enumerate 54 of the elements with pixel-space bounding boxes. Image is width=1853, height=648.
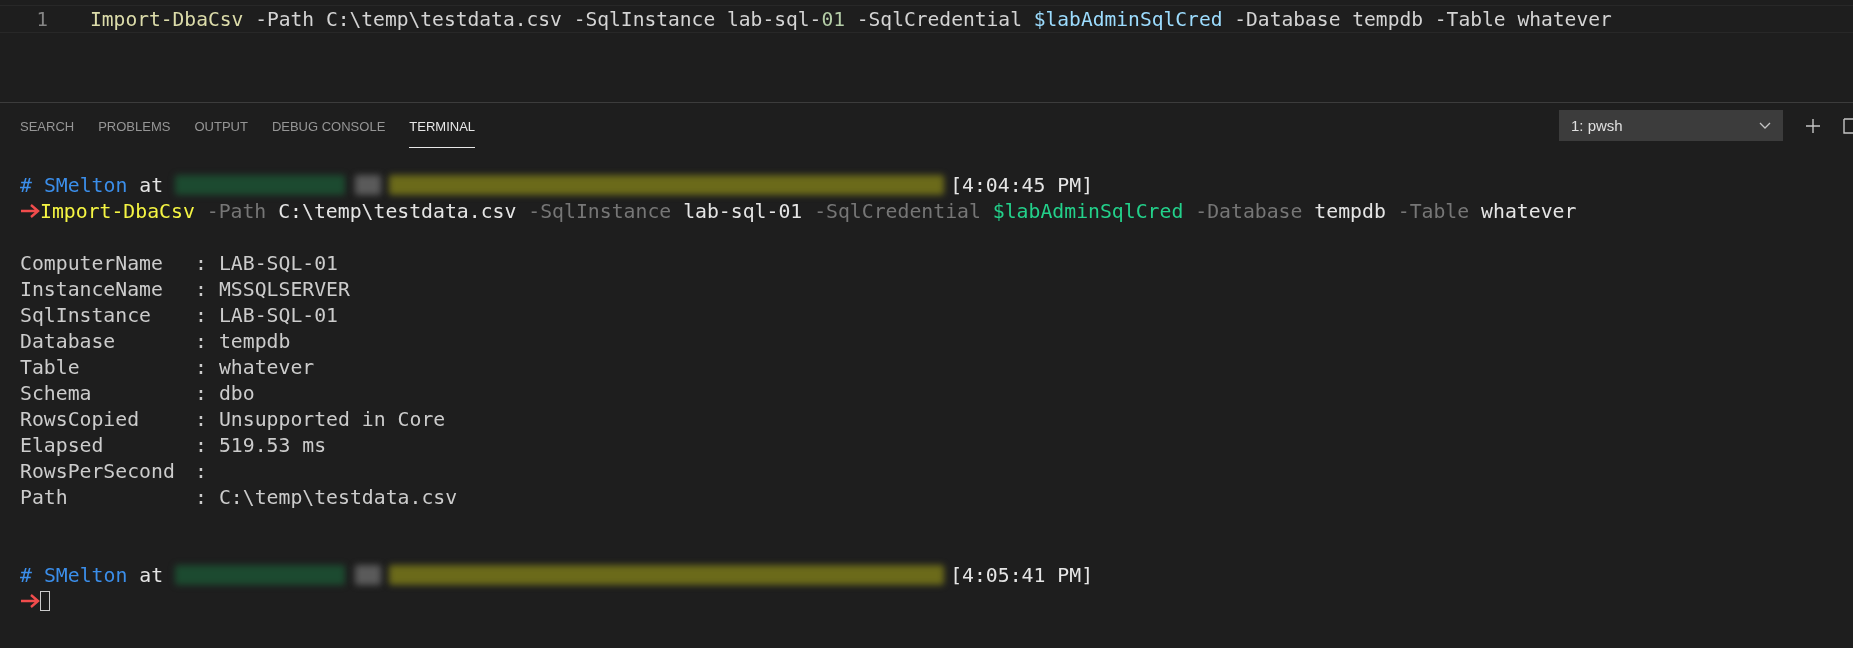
split-icon[interactable] (1843, 117, 1853, 134)
blurred-word (355, 175, 382, 195)
property-name: Elapsed (20, 433, 105, 457)
command-line: Import-DbaCsv -Path C:\temp\testdata.csv -SqlInstance lab-sql-01 -SqlCredential $labAdminSqlCred -Database tempdb -Table whatever (40, 199, 1577, 223)
property-separator: : (195, 407, 207, 431)
property-separator: : (195, 277, 207, 301)
property-separator: : (195, 329, 207, 353)
property-name: RowsPerSecond (20, 459, 176, 483)
property-separator: : (195, 433, 207, 457)
property-name: Database (20, 329, 117, 353)
property-separator: : (195, 459, 207, 483)
property-name: InstanceName (20, 277, 164, 301)
arrow-icon (20, 594, 40, 608)
prompt-user: SMelton (43, 563, 128, 587)
plus-icon[interactable] (1805, 117, 1821, 134)
property-value: Unsupported in Core (218, 407, 446, 431)
prompt-hash: # (20, 563, 32, 587)
prompt-at: at (139, 563, 164, 587)
property-value: tempdb (218, 329, 291, 353)
property-name: SqlInstance (20, 303, 152, 327)
panel-tab[interactable]: SEARCH (20, 105, 75, 148)
property-value: whatever (218, 355, 315, 379)
arrow-icon (20, 204, 40, 218)
property-value: LAB-SQL-01 (218, 251, 338, 275)
blurred-word (355, 565, 382, 585)
property-separator: : (195, 303, 207, 327)
property-value: dbo (218, 381, 255, 405)
property-separator: : (195, 251, 207, 275)
property-name: RowsCopied (20, 407, 141, 431)
property-name: Path (20, 485, 69, 509)
property-value: MSSQLSERVER (218, 277, 350, 301)
property-separator: : (195, 381, 207, 405)
panel-tab[interactable]: DEBUG CONSOLE (271, 105, 386, 148)
property-value: C:\temp\testdata.csv (218, 485, 458, 509)
cursor (40, 591, 50, 611)
property-separator: : (195, 485, 207, 509)
chevron-down-icon (1759, 121, 1771, 130)
prompt-at: at (139, 173, 164, 197)
property-name: Table (20, 355, 81, 379)
terminal-select[interactable]: 1: pwsh (1559, 110, 1783, 141)
prompt-time: [4:04:45 PM] (950, 173, 1094, 197)
panel-tab[interactable]: TERMINAL (409, 105, 476, 148)
property-name: ComputerName (20, 251, 164, 275)
prompt-user: SMelton (43, 173, 128, 197)
panel-tab[interactable]: OUTPUT (194, 105, 248, 148)
code-line: Import-DbaCsv -Path C:\temp\testdata.csv -SqlInstance lab-sql-01 -SqlCredential $labAdminSqlCred -Database tempdb -Table whatever (90, 7, 1612, 31)
property-name: Schema (20, 381, 93, 405)
panel-tab[interactable]: PROBLEMS (98, 105, 171, 148)
line-number: 1 (35, 8, 48, 30)
property-value: 519.53 ms (218, 433, 327, 457)
property-separator: : (195, 355, 207, 379)
prompt-time: [4:05:41 PM] (950, 563, 1094, 587)
prompt-hash: # (20, 173, 32, 197)
property-value: LAB-SQL-01 (218, 303, 338, 327)
